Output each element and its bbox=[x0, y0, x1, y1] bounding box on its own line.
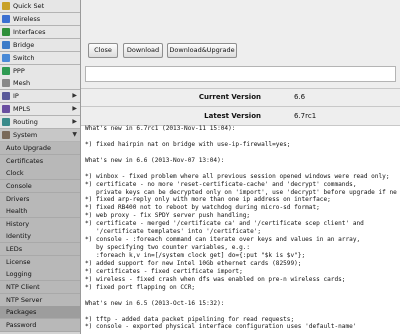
sidebar-item-system[interactable]: System ▼ bbox=[0, 129, 80, 142]
interfaces-icon bbox=[2, 27, 10, 36]
divider bbox=[81, 106, 400, 107]
sidebar-subitem-packages[interactable]: Packages bbox=[0, 306, 80, 320]
sidebar-item-label: PPP bbox=[13, 66, 25, 75]
changelog-line bbox=[85, 308, 397, 316]
chevron-right-icon: ▶ bbox=[72, 118, 77, 126]
sidebar-item-label: Wireless bbox=[13, 14, 41, 23]
mpls-icon bbox=[2, 105, 10, 114]
sidebar-item-quick-set[interactable]: Quick Set bbox=[0, 0, 80, 13]
sidebar-item-label: Routing bbox=[13, 118, 38, 127]
sidebar-item-mesh[interactable]: Mesh bbox=[0, 77, 80, 91]
changelog-line: *) wireless - fixed crash when dfs was e… bbox=[85, 275, 346, 283]
sidebar-subitem-drivers[interactable]: Drivers bbox=[0, 192, 80, 206]
sidebar-subitem-console[interactable]: Console bbox=[0, 179, 80, 193]
sidebar-subitem-history[interactable]: History bbox=[0, 217, 80, 231]
wireless-icon bbox=[2, 14, 10, 23]
sidebar-item-bridge[interactable]: Bridge bbox=[0, 38, 80, 52]
latest-version-value: 6.7rc1 bbox=[294, 112, 317, 120]
changelog-line: What's new in 6.7rc1 (2013-Nov-11 15:04)… bbox=[85, 125, 236, 132]
sidebar-item-label: System bbox=[13, 131, 38, 139]
sidebar-item-label: Quick Set bbox=[13, 2, 45, 10]
changelog-line bbox=[85, 149, 397, 157]
sidebar-subitem-identity[interactable]: Identity bbox=[0, 230, 80, 244]
current-version-value: 6.6 bbox=[294, 93, 306, 101]
sidebar-subitem-password[interactable]: Password bbox=[0, 319, 80, 332]
chevron-right-icon: ▶ bbox=[72, 92, 77, 100]
changelog-line: *) winbox - fixed problem where all prev… bbox=[85, 172, 390, 180]
latest-version-row: Latest Version 6.7rc1 bbox=[81, 108, 400, 125]
changelog-line: '/certificate templates' into '/certific… bbox=[85, 228, 262, 236]
changelog-line: *) fixed arp-reply only with more than o… bbox=[85, 196, 331, 204]
packages-upgrade-panel: Close Download Download&Upgrade Current … bbox=[81, 0, 400, 334]
changelog-line bbox=[85, 292, 397, 300]
sidebar-item-label: Interfaces bbox=[13, 27, 46, 36]
changelog-line: by specifying two counter variables, e.g… bbox=[85, 244, 251, 252]
changelog-line: *) fixed port flapping on CCR; bbox=[85, 283, 196, 291]
changelog-line: *) certificates - fixed certificate impo… bbox=[85, 267, 243, 275]
chevron-right-icon: ▶ bbox=[72, 105, 77, 113]
sidebar-item-label: Bridge bbox=[13, 40, 35, 49]
sidebar-subitem-ntp-server[interactable]: NTP Server bbox=[0, 293, 80, 307]
sidebar-subitem-health[interactable]: Health bbox=[0, 205, 80, 219]
routing-icon bbox=[2, 118, 10, 127]
changelog-line bbox=[85, 133, 397, 141]
ppp-icon bbox=[2, 66, 10, 75]
sidebar-item-interfaces[interactable]: Interfaces bbox=[0, 25, 80, 39]
changelog-line: What's new in 6.6 (2013-Nov-07 13:04): bbox=[85, 156, 225, 164]
sidebar-menu: Quick Set Wireless Interfaces Bridge Switch P… bbox=[0, 0, 81, 334]
current-version-row: Current Version 6.6 bbox=[81, 89, 400, 106]
sidebar-subitem-certificates[interactable]: Certificates bbox=[0, 154, 80, 168]
sidebar-item-switch[interactable]: Switch bbox=[0, 51, 80, 65]
sidebar-item-label: Mesh bbox=[13, 79, 31, 88]
changelog-line: *) added support for new Intel 10Gb ethe… bbox=[85, 259, 302, 267]
changelog-line: *) tftp - added data packet pipelining f… bbox=[85, 315, 295, 323]
sidebar-subitem-leds[interactable]: LEDs bbox=[0, 243, 80, 257]
current-version-label: Current Version bbox=[198, 93, 261, 101]
close-button[interactable]: Close bbox=[88, 43, 118, 58]
bridge-icon bbox=[2, 40, 10, 49]
sidebar-item-label: Switch bbox=[13, 53, 35, 62]
changelog-line bbox=[85, 165, 397, 173]
upgrade-progress-bar bbox=[85, 66, 396, 82]
changelog-line: *) web proxy - fix SPDY server push hand… bbox=[85, 212, 251, 220]
download-button[interactable]: Download bbox=[123, 43, 163, 58]
changelog-line: *) fixed hairpin nat on bridge with use-… bbox=[85, 140, 291, 148]
sidebar-subitem-clock[interactable]: Clock bbox=[0, 167, 80, 181]
changelog-line: private keys can be decrypted only on 'i… bbox=[85, 188, 397, 196]
sidebar-item-label: MPLS bbox=[13, 105, 31, 114]
switch-icon bbox=[2, 53, 10, 62]
ip-icon bbox=[2, 92, 10, 101]
sidebar-item-mpls[interactable]: MPLS ▶ bbox=[0, 103, 80, 117]
sidebar-item-routing[interactable]: Routing ▶ bbox=[0, 116, 80, 130]
download-upgrade-button[interactable]: Download&Upgrade bbox=[167, 43, 237, 58]
latest-version-label: Latest Version bbox=[204, 112, 261, 120]
sidebar-subitem-logging[interactable]: Logging bbox=[0, 268, 80, 282]
changelog-line: *) console - exported physical interface… bbox=[85, 323, 357, 331]
changelog-line: *) certificate - no more 'reset-certific… bbox=[85, 180, 357, 188]
changelog-line: *) fixed RB400 not to reboot by watchdog… bbox=[85, 204, 320, 212]
sidebar-item-wireless[interactable]: Wireless bbox=[0, 12, 80, 26]
sidebar-subitem-license[interactable]: License bbox=[0, 255, 80, 269]
changelog-line: *) console - :foreach command can iterat… bbox=[85, 236, 361, 244]
quick-set-icon bbox=[2, 2, 10, 10]
system-icon bbox=[2, 131, 10, 139]
changelog-line: *) certificate - merged '/certificate ca… bbox=[85, 220, 364, 228]
mesh-icon bbox=[2, 79, 10, 88]
changelog-text: What's new in 6.7rc1 (2013-Nov-11 15:04)… bbox=[85, 125, 397, 331]
changelog-line: :foreach k,v in=[/system clock get] do={… bbox=[85, 252, 306, 259]
chevron-down-icon: ▼ bbox=[72, 131, 77, 138]
sidebar-subitem-auto-upgrade[interactable]: Auto Upgrade bbox=[0, 141, 80, 155]
sidebar-item-ip[interactable]: IP ▶ bbox=[0, 90, 80, 104]
changelog-line: What's new in 6.5 (2013-Oct-16 15:32): bbox=[85, 299, 225, 307]
sidebar-item-ppp[interactable]: PPP bbox=[0, 64, 80, 78]
sidebar-subitem-ntp-client[interactable]: NTP Client bbox=[0, 281, 80, 295]
sidebar-item-label: IP bbox=[13, 92, 19, 101]
